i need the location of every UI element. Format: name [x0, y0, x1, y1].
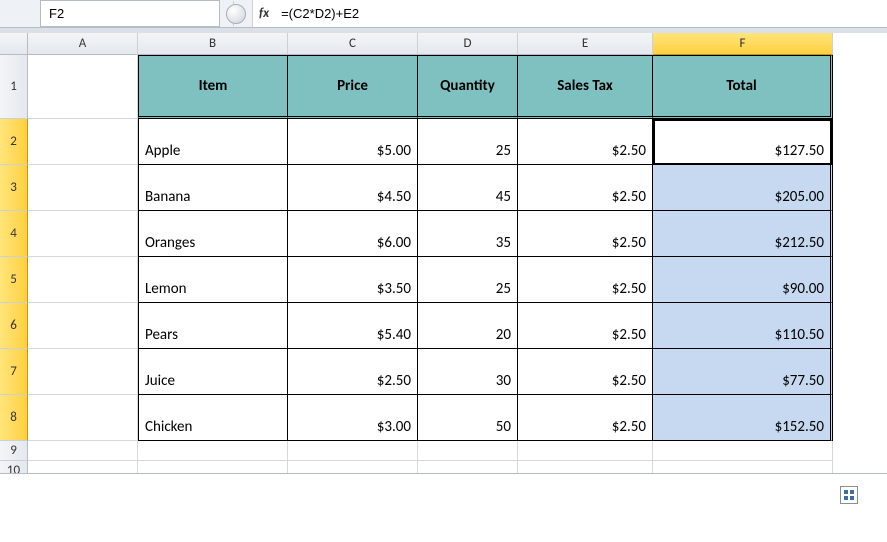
cell-E2[interactable]: $2.50: [518, 119, 653, 165]
column-header-D[interactable]: D: [418, 33, 518, 55]
cell-C8[interactable]: $3.00: [288, 395, 418, 441]
fx-icon: fx: [259, 6, 269, 21]
cell-D8[interactable]: 50: [418, 395, 518, 441]
cell-E10[interactable]: [518, 461, 653, 473]
cell-D7[interactable]: 30: [418, 349, 518, 395]
cell-F5[interactable]: $90.00: [653, 257, 833, 303]
cell-B6[interactable]: Pears: [138, 303, 288, 349]
cell-D9[interactable]: [418, 441, 518, 461]
row-header-5[interactable]: 5: [0, 257, 28, 303]
cell-D2[interactable]: 25: [418, 119, 518, 165]
name-box-input[interactable]: [41, 6, 233, 21]
cell-F3[interactable]: $205.00: [653, 165, 833, 211]
cell-C7[interactable]: $2.50: [288, 349, 418, 395]
cell-B10[interactable]: [138, 461, 288, 473]
cell-C10[interactable]: [288, 461, 418, 473]
cell-F2[interactable]: $127.50: [653, 119, 833, 165]
table-row: 5 Lemon $3.50 25 $2.50 $90.00: [0, 257, 861, 303]
row-header-2[interactable]: 2: [0, 119, 28, 165]
cell-B8[interactable]: Chicken: [138, 395, 288, 441]
cell-D1[interactable]: Quantity: [418, 55, 518, 119]
cell-C9[interactable]: [288, 441, 418, 461]
cell-E9[interactable]: [518, 441, 653, 461]
cell-B2[interactable]: Apple: [138, 119, 288, 165]
cell-A4[interactable]: [28, 211, 138, 257]
cell-D5[interactable]: 25: [418, 257, 518, 303]
column-header-A[interactable]: A: [28, 33, 138, 55]
cell-F10[interactable]: [653, 461, 833, 473]
column-header-E[interactable]: E: [518, 33, 653, 55]
column-header-F[interactable]: F: [653, 33, 833, 55]
table-row: 6 Pears $5.40 20 $2.50 $110.50: [0, 303, 861, 349]
name-box[interactable]: ▾: [40, 0, 220, 27]
cell-A6[interactable]: [28, 303, 138, 349]
cell-A2[interactable]: [28, 119, 138, 165]
row-header-10[interactable]: 10: [0, 461, 28, 473]
table-row: 8 Chicken $3.00 50 $2.50 $152.50: [0, 395, 861, 441]
row-header-9[interactable]: 9: [0, 441, 28, 461]
cell-A1[interactable]: [28, 55, 138, 119]
grid-body: 1 Item Price Quantity Sales Tax Total 2 …: [0, 55, 861, 473]
cell-D3[interactable]: 45: [418, 165, 518, 211]
formula-bar: ▾ fx: [0, 0, 887, 28]
table-row: 9: [0, 441, 861, 461]
cell-E1[interactable]: Sales Tax: [518, 55, 653, 119]
cell-C2[interactable]: $5.00: [288, 119, 418, 165]
row-header-4[interactable]: 4: [0, 211, 28, 257]
cell-E8[interactable]: $2.50: [518, 395, 653, 441]
cell-A9[interactable]: [28, 441, 138, 461]
cell-F1[interactable]: Total: [653, 55, 833, 119]
cell-A7[interactable]: [28, 349, 138, 395]
cell-D4[interactable]: 35: [418, 211, 518, 257]
cell-C5[interactable]: $3.50: [288, 257, 418, 303]
cell-B9[interactable]: [138, 441, 288, 461]
table-row: 1 Item Price Quantity Sales Tax Total: [0, 55, 861, 119]
cell-B7[interactable]: Juice: [138, 349, 288, 395]
cell-A5[interactable]: [28, 257, 138, 303]
column-header-row: A B C D E F: [0, 33, 861, 55]
table-row: 10: [0, 461, 861, 473]
cell-F7[interactable]: $77.50: [653, 349, 833, 395]
fx-button[interactable]: fx: [252, 0, 275, 27]
row-header-7[interactable]: 7: [0, 349, 28, 395]
row-header-1[interactable]: 1: [0, 55, 28, 119]
row-header-8[interactable]: 8: [0, 395, 28, 441]
table-row: 3 Banana $4.50 45 $2.50 $205.00: [0, 165, 861, 211]
cell-F8[interactable]: $152.50: [653, 395, 833, 441]
column-header-B[interactable]: B: [138, 33, 288, 55]
cell-E3[interactable]: $2.50: [518, 165, 653, 211]
cell-A8[interactable]: [28, 395, 138, 441]
autofill-options-button[interactable]: [840, 486, 858, 504]
cell-A10[interactable]: [28, 461, 138, 473]
formula-input[interactable]: [275, 0, 887, 27]
cell-D10[interactable]: [418, 461, 518, 473]
select-all-corner[interactable]: [0, 33, 28, 55]
cell-B1[interactable]: Item: [138, 55, 288, 119]
cell-E5[interactable]: $2.50: [518, 257, 653, 303]
table-row: 7 Juice $2.50 30 $2.50 $77.50: [0, 349, 861, 395]
cell-C1[interactable]: Price: [288, 55, 418, 119]
cell-B4[interactable]: Oranges: [138, 211, 288, 257]
row-header-3[interactable]: 3: [0, 165, 28, 211]
cell-B5[interactable]: Lemon: [138, 257, 288, 303]
table-row: 2 Apple $5.00 25 $2.50 $127.50: [0, 119, 861, 165]
cell-E4[interactable]: $2.50: [518, 211, 653, 257]
cell-C4[interactable]: $6.00: [288, 211, 418, 257]
table-row: 4 Oranges $6.00 35 $2.50 $212.50: [0, 211, 861, 257]
cell-B3[interactable]: Banana: [138, 165, 288, 211]
cell-A3[interactable]: [28, 165, 138, 211]
cell-E6[interactable]: $2.50: [518, 303, 653, 349]
cell-F6[interactable]: $110.50: [653, 303, 833, 349]
cell-E7[interactable]: $2.50: [518, 349, 653, 395]
cell-C6[interactable]: $5.40: [288, 303, 418, 349]
cell-C3[interactable]: $4.50: [288, 165, 418, 211]
cancel-formula-icon[interactable]: [226, 4, 246, 24]
cell-F4[interactable]: $212.50: [653, 211, 833, 257]
row-header-6[interactable]: 6: [0, 303, 28, 349]
formula-buttons: [220, 4, 252, 24]
cell-D6[interactable]: 20: [418, 303, 518, 349]
cell-F9[interactable]: [653, 441, 833, 461]
column-header-C[interactable]: C: [288, 33, 418, 55]
spreadsheet: A B C D E F 1 Item Price Quantity Sales …: [0, 28, 887, 474]
